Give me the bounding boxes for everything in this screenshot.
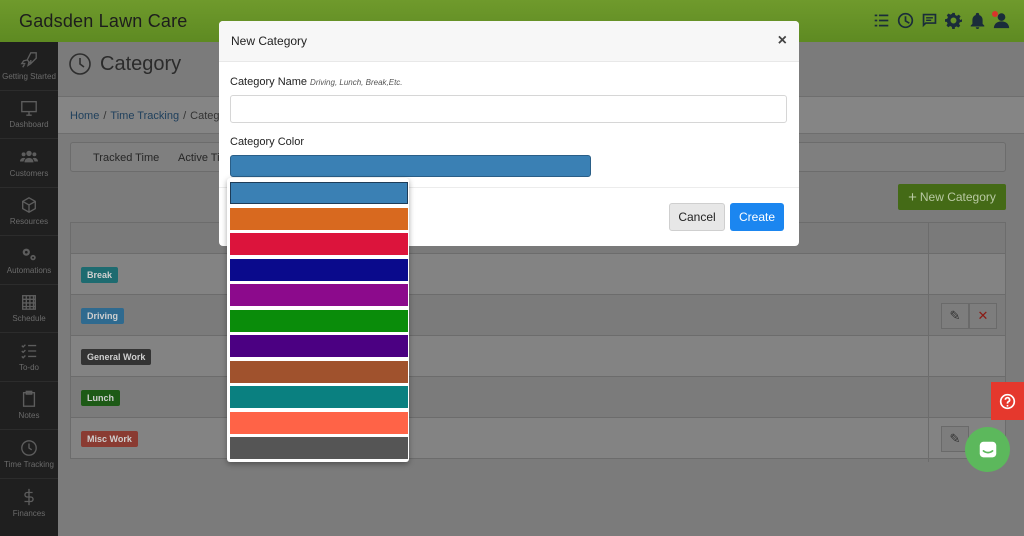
sidebar-item-time-tracking[interactable]: Time Tracking: [0, 430, 58, 479]
tab-tracked-time[interactable]: Tracked Time: [93, 152, 159, 164]
sidebar-item-label: Time Tracking: [4, 459, 54, 469]
table-row: Driving ✎ ✕: [70, 295, 1006, 336]
category-badge: Misc Work: [81, 431, 138, 447]
category-badge: Break: [81, 267, 119, 283]
sidebar-item-label: To-do: [18, 362, 39, 372]
sidebar-item-getting-started[interactable]: Getting Started: [0, 42, 58, 91]
monitor-icon: [21, 101, 37, 117]
gears-icon: [22, 248, 36, 261]
color-option[interactable]: [230, 335, 408, 357]
color-option[interactable]: [230, 182, 408, 204]
category-color-label: Category Color: [230, 136, 304, 148]
category-name-hint: Driving, Lunch, Break,Etc.: [310, 78, 403, 87]
sidebar-item-todo[interactable]: To-do: [0, 333, 58, 382]
breadcrumb-separator: /: [103, 110, 107, 122]
breadcrumb-home[interactable]: Home: [70, 110, 99, 122]
users-icon: [20, 150, 38, 163]
modal-title: New Category: [231, 34, 308, 48]
edit-icon[interactable]: ✎: [941, 303, 969, 329]
sidebar-item-label: Customers: [9, 168, 49, 178]
bell-icon[interactable]: [968, 10, 986, 30]
sidebar-item-finances[interactable]: Finances: [0, 479, 58, 528]
category-badge: General Work: [81, 349, 152, 365]
modal-header: New Category: [219, 21, 799, 62]
table-row: Lunch: [70, 377, 1006, 418]
delete-icon[interactable]: ✕: [969, 303, 997, 329]
clipboard-icon: [22, 390, 36, 408]
category-name-label: Category Name Driving, Lunch, Break,Etc.: [230, 76, 403, 88]
dollar-icon: [24, 488, 34, 505]
box-icon: [22, 197, 36, 214]
table-row: General Work: [70, 336, 1006, 377]
clock-icon: [69, 53, 91, 75]
color-dropdown: [227, 178, 409, 462]
category-color-select[interactable]: [230, 155, 591, 177]
message-icon[interactable]: [920, 10, 938, 30]
color-option[interactable]: [230, 207, 408, 230]
new-category-label: New Category: [919, 190, 996, 204]
gear-icon[interactable]: [944, 10, 962, 30]
sidebar: Getting Started Dashboard Customers Reso…: [0, 42, 58, 536]
tasks-icon[interactable]: [872, 10, 890, 30]
sidebar-item-customers[interactable]: Customers: [0, 139, 58, 188]
breadcrumb-separator: /: [183, 110, 187, 122]
category-name-label-text: Category Name: [230, 76, 308, 88]
question-icon: [999, 393, 1016, 409]
sidebar-item-label: Finances: [12, 508, 46, 518]
new-category-button[interactable]: + New Category: [898, 184, 1006, 210]
category-badge: Driving: [81, 308, 125, 324]
sidebar-item-label: Dashboard: [9, 120, 49, 130]
chat-button[interactable]: [965, 427, 1010, 472]
close-icon[interactable]: ×: [778, 33, 787, 49]
help-button[interactable]: [991, 382, 1024, 420]
category-table: Break Driving ✎ ✕ General Work Lunch Mis…: [70, 222, 1006, 462]
color-option[interactable]: [230, 437, 408, 459]
clock-icon[interactable]: [896, 10, 914, 30]
brand-title[interactable]: Gadsden Lawn Care: [19, 11, 188, 32]
sidebar-item-notes[interactable]: Notes: [0, 382, 58, 430]
page-title-text: Category: [100, 52, 182, 75]
rocket-icon: [20, 51, 37, 68]
color-option[interactable]: [230, 284, 408, 306]
sidebar-item-label: Schedule: [12, 314, 46, 324]
sidebar-item-resources[interactable]: Resources: [0, 188, 58, 236]
notification-dot: [992, 11, 998, 17]
color-option[interactable]: [230, 360, 408, 383]
sidebar-item-label: Getting Started: [2, 71, 56, 81]
breadcrumb-current: Categ: [190, 110, 220, 122]
breadcrumb-time-tracking[interactable]: Time Tracking: [110, 110, 179, 122]
color-option[interactable]: [230, 309, 408, 332]
sidebar-item-schedule[interactable]: Schedule: [0, 285, 58, 333]
plus-icon: +: [908, 188, 917, 206]
color-option[interactable]: [230, 386, 408, 408]
category-name-input[interactable]: [230, 95, 787, 123]
tab-active-time[interactable]: Active Ti: [178, 152, 220, 164]
color-option[interactable]: [230, 233, 408, 255]
column-divider: [928, 222, 929, 462]
top-icons: [872, 10, 1010, 30]
color-option[interactable]: [230, 411, 408, 434]
sidebar-item-label: Resources: [9, 217, 49, 227]
chat-icon: [979, 441, 996, 457]
table-row: Break: [70, 254, 1006, 295]
clock-icon: [21, 439, 37, 456]
sidebar-item-dashboard[interactable]: Dashboard: [0, 91, 58, 139]
checklist-icon: [21, 343, 37, 359]
sidebar-item-label: Notes: [18, 411, 40, 421]
create-button[interactable]: Create: [730, 203, 784, 231]
cancel-button[interactable]: Cancel: [669, 203, 725, 231]
color-option[interactable]: [230, 258, 408, 281]
page-title: Category: [68, 52, 181, 76]
category-badge: Lunch: [81, 390, 120, 406]
sidebar-item-label: Automations: [6, 265, 52, 275]
sidebar-item-automations[interactable]: Automations: [0, 236, 58, 285]
table-row: Misc Work ✎: [70, 418, 1006, 459]
calendar-icon: [22, 295, 36, 311]
